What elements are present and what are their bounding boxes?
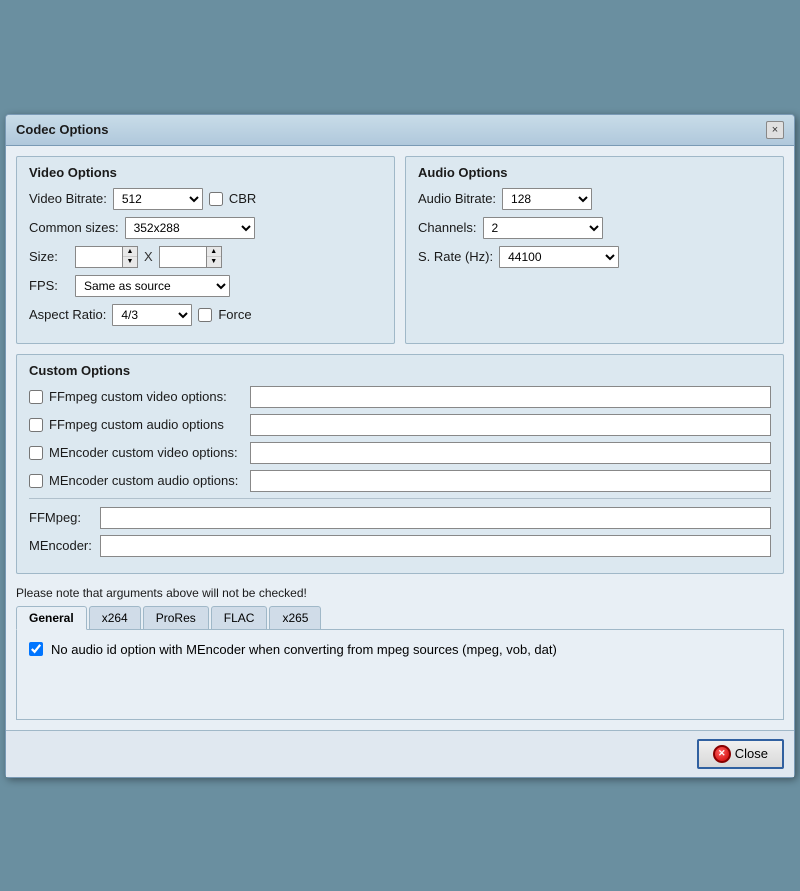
mencoder-cmd-label: MEncoder: — [29, 538, 94, 553]
size-label: Size: — [29, 249, 69, 264]
ffmpeg-audio-row: FFmpeg custom audio options — [29, 414, 771, 436]
close-dialog-button[interactable]: Close — [697, 739, 784, 769]
common-sizes-select[interactable]: 352x288640x4801280x720 — [125, 217, 255, 239]
general-tab-content: No audio id option with MEncoder when co… — [29, 642, 771, 657]
no-audio-id-label: No audio id option with MEncoder when co… — [51, 642, 557, 657]
window-close-button[interactable]: × — [766, 121, 784, 139]
audio-bitrate-select[interactable]: 1286496192256 — [502, 188, 592, 210]
cbr-label: CBR — [229, 191, 256, 206]
force-label: Force — [218, 307, 251, 322]
close-button-label: Close — [735, 746, 768, 761]
video-bitrate-label: Video Bitrate: — [29, 191, 107, 206]
video-bitrate-select[interactable]: 5121282567681024 — [113, 188, 203, 210]
width-spin-buttons: ▲ ▼ — [123, 246, 138, 268]
audio-bitrate-row: Audio Bitrate: 1286496192256 — [418, 188, 771, 210]
custom-options-section: Custom Options FFmpeg custom video optio… — [16, 354, 784, 574]
tab-prores[interactable]: ProRes — [143, 606, 209, 629]
channels-row: Channels: 2146 — [418, 217, 771, 239]
aspect-label: Aspect Ratio: — [29, 307, 106, 322]
close-icon — [713, 745, 731, 763]
audio-options-panel: Audio Options Audio Bitrate: 12864961922… — [405, 156, 784, 344]
ffmpeg-audio-checkbox[interactable] — [29, 418, 43, 432]
video-options-title: Video Options — [29, 165, 382, 180]
bottom-bar: Close — [6, 730, 794, 777]
mencoder-video-input[interactable] — [250, 442, 771, 464]
ffmpeg-video-row: FFmpeg custom video options: — [29, 386, 771, 408]
ffmpeg-audio-label: FFmpeg custom audio options — [49, 417, 244, 432]
fps-label: FPS: — [29, 278, 69, 293]
ffmpeg-cmd-row: FFMpeg: — [29, 507, 771, 529]
mencoder-cmd-row: MEncoder: — [29, 535, 771, 557]
mencoder-audio-label: MEncoder custom audio options: — [49, 473, 244, 488]
divider — [29, 498, 771, 499]
height-up-button[interactable]: ▲ — [207, 247, 221, 257]
video-bitrate-row: Video Bitrate: 5121282567681024 CBR — [29, 188, 382, 210]
width-input[interactable]: 352 — [75, 246, 123, 268]
custom-options-title: Custom Options — [29, 363, 771, 378]
srate-select[interactable]: 441008000110252205048000 — [499, 246, 619, 268]
tabs-container: General x264 ProRes FLAC x265 No audio i… — [16, 606, 784, 720]
x-separator: X — [144, 249, 153, 264]
common-sizes-row: Common sizes: 352x288640x4801280x720 — [29, 217, 382, 239]
tab-general[interactable]: General — [16, 606, 87, 630]
size-row: Size: 352 ▲ ▼ X 288 ▲ ▼ — [29, 246, 382, 268]
fps-row: FPS: Same as source23.976242529.9730 — [29, 275, 382, 297]
mencoder-video-checkbox[interactable] — [29, 446, 43, 460]
fps-select[interactable]: Same as source23.976242529.9730 — [75, 275, 230, 297]
ffmpeg-cmd-input[interactable] — [100, 507, 771, 529]
ffmpeg-video-input[interactable] — [250, 386, 771, 408]
tab-bar: General x264 ProRes FLAC x265 — [16, 606, 784, 630]
width-up-button[interactable]: ▲ — [123, 247, 137, 257]
height-down-button[interactable]: ▼ — [207, 257, 221, 267]
audio-options-title: Audio Options — [418, 165, 771, 180]
tab-content-general: No audio id option with MEncoder when co… — [16, 630, 784, 720]
force-checkbox[interactable] — [198, 308, 212, 322]
ffmpeg-video-label: FFmpeg custom video options: — [49, 389, 244, 404]
channels-select[interactable]: 2146 — [483, 217, 603, 239]
height-spinner: 288 ▲ ▼ — [159, 246, 222, 268]
ffmpeg-cmd-label: FFMpeg: — [29, 510, 94, 525]
ffmpeg-video-checkbox[interactable] — [29, 390, 43, 404]
channels-label: Channels: — [418, 220, 477, 235]
aspect-ratio-row: Aspect Ratio: 4/316/9 Force — [29, 304, 382, 326]
common-sizes-label: Common sizes: — [29, 220, 119, 235]
video-options-panel: Video Options Video Bitrate: 51212825676… — [16, 156, 395, 344]
aspect-select[interactable]: 4/316/9 — [112, 304, 192, 326]
srate-row: S. Rate (Hz): 441008000110252205048000 — [418, 246, 771, 268]
audio-bitrate-label: Audio Bitrate: — [418, 191, 496, 206]
title-bar: Codec Options × — [6, 115, 794, 146]
codec-options-dialog: Codec Options × Video Options Video Bitr… — [5, 114, 795, 778]
tab-flac[interactable]: FLAC — [211, 606, 268, 629]
height-input[interactable]: 288 — [159, 246, 207, 268]
no-audio-id-checkbox[interactable] — [29, 642, 43, 656]
mencoder-audio-input[interactable] — [250, 470, 771, 492]
cbr-checkbox[interactable] — [209, 192, 223, 206]
mencoder-video-row: MEncoder custom video options: — [29, 442, 771, 464]
ffmpeg-audio-input[interactable] — [250, 414, 771, 436]
dialog-body: Video Options Video Bitrate: 51212825676… — [6, 146, 794, 730]
srate-label: S. Rate (Hz): — [418, 249, 493, 264]
mencoder-video-label: MEncoder custom video options: — [49, 445, 244, 460]
height-spin-buttons: ▲ ▼ — [207, 246, 222, 268]
width-down-button[interactable]: ▼ — [123, 257, 137, 267]
dialog-title: Codec Options — [16, 122, 108, 137]
mencoder-cmd-input[interactable] — [100, 535, 771, 557]
tab-x265[interactable]: x265 — [269, 606, 321, 629]
top-section: Video Options Video Bitrate: 51212825676… — [16, 156, 784, 344]
mencoder-audio-row: MEncoder custom audio options: — [29, 470, 771, 492]
tab-x264[interactable]: x264 — [89, 606, 141, 629]
width-spinner: 352 ▲ ▼ — [75, 246, 138, 268]
note-text: Please note that arguments above will no… — [16, 582, 784, 606]
mencoder-audio-checkbox[interactable] — [29, 474, 43, 488]
